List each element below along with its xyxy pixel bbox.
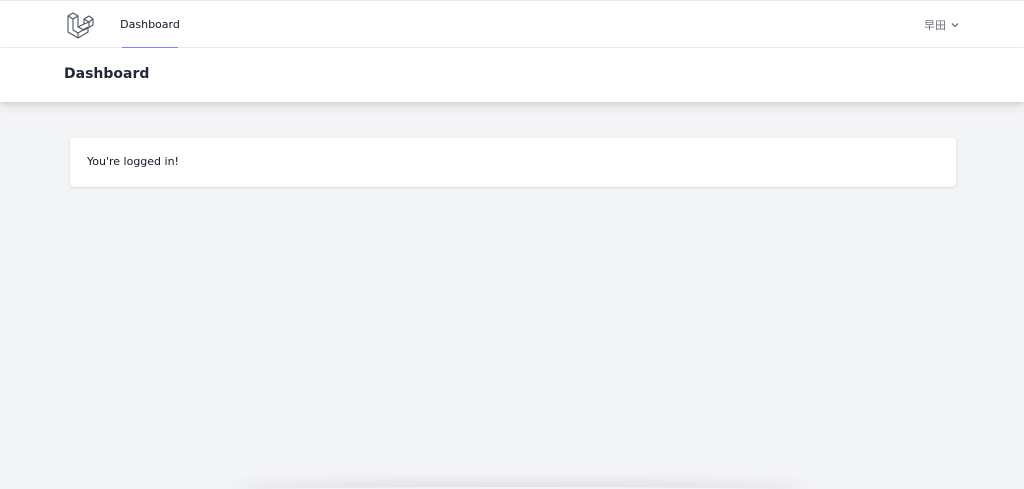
logged-in-message: You're logged in! — [87, 155, 179, 168]
nav-dashboard-link[interactable]: Dashboard — [120, 1, 180, 49]
app-root: Dashboard 早田 Dashboard You're logged in! — [0, 0, 1024, 489]
user-dropdown-button[interactable]: 早田 — [924, 17, 960, 33]
laravel-logo-icon[interactable] — [64, 10, 94, 40]
page-title: Dashboard — [64, 66, 150, 82]
status-card: You're logged in! — [70, 138, 956, 187]
top-navigation: Dashboard 早田 — [0, 0, 1024, 49]
user-name: 早田 — [924, 19, 946, 32]
chevron-down-icon — [951, 23, 959, 28]
page-header: Dashboard — [0, 48, 1024, 102]
nav-dashboard-label: Dashboard — [120, 17, 180, 31]
